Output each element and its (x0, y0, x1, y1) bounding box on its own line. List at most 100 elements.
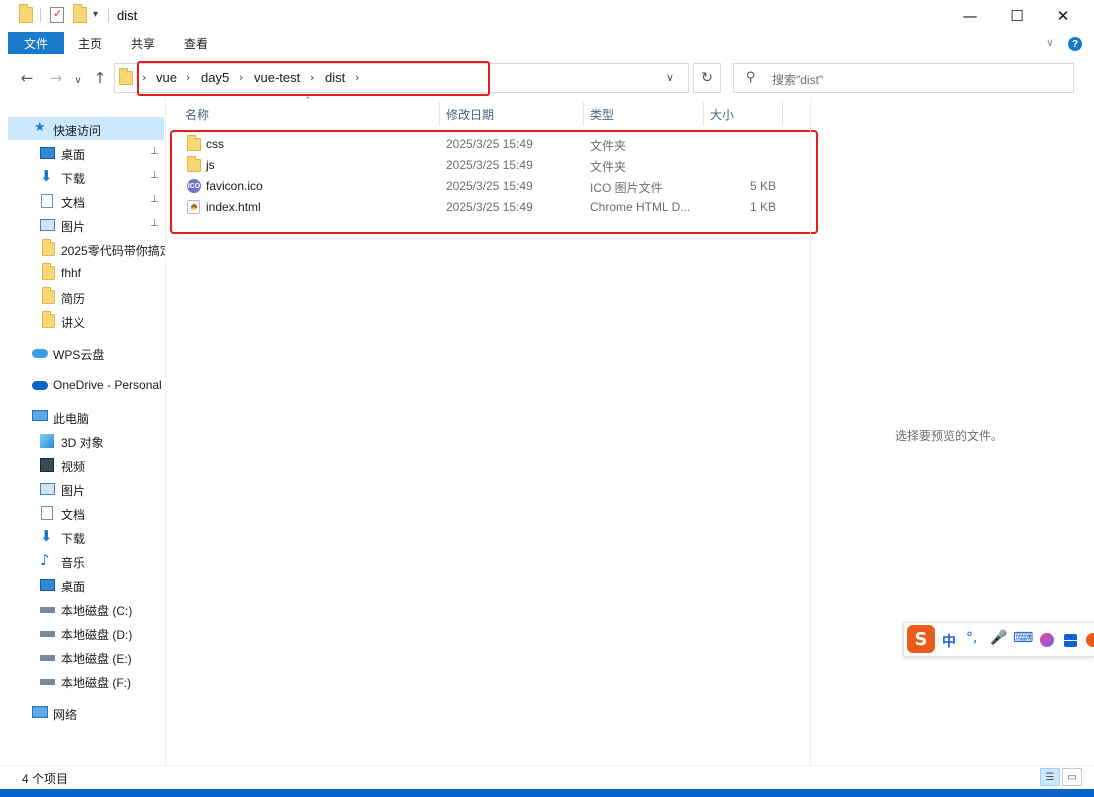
tab-share[interactable]: 共享 (131, 32, 155, 54)
tab-home[interactable]: 主页 (78, 32, 102, 54)
refresh-button[interactable]: ↻ (693, 63, 721, 93)
pin-icon[interactable]: ⊥ (150, 170, 159, 181)
tab-view[interactable]: 查看 (184, 32, 208, 54)
nav-item-videos[interactable]: 视频 (0, 453, 165, 477)
sogou-logo-icon[interactable]: S (907, 625, 935, 653)
column-divider[interactable] (583, 102, 584, 126)
system-drive-icon (40, 607, 55, 613)
nav-item-music[interactable]: ♪ 音乐 (0, 549, 165, 573)
nav-network[interactable]: 网络 (0, 701, 165, 725)
search-placeholder: 搜索"dist" (772, 73, 824, 87)
preview-pane-divider[interactable] (810, 97, 811, 765)
nav-item-downloads[interactable]: ⬇ 下载 (0, 525, 165, 549)
properties-icon[interactable] (50, 7, 64, 23)
punctuation-toggle[interactable]: °, (966, 630, 977, 646)
nav-item-folder[interactable]: fhhf (0, 261, 165, 285)
nav-item-drive-e[interactable]: 本地磁盘 (E:) (0, 645, 165, 669)
mic-icon[interactable]: 🎤 (990, 630, 1007, 646)
nav-item-downloads[interactable]: ⬇ 下载 ⊥ (0, 165, 165, 189)
nav-item-desktop[interactable]: 桌面 ⊥ (0, 141, 165, 165)
pin-icon[interactable]: ⊥ (150, 146, 159, 157)
up-button[interactable]: ↑ (90, 68, 110, 88)
divider (108, 8, 109, 22)
nav-label: 此电脑 (53, 412, 90, 426)
folder-icon (42, 239, 55, 256)
search-icon: ⚲ (746, 70, 756, 85)
folder-icon (42, 287, 55, 304)
nav-label: WPS云盘 (53, 348, 105, 362)
recent-locations-icon[interactable]: ∨ (68, 70, 88, 90)
music-icon: ♪ (40, 551, 50, 569)
nav-item-documents[interactable]: 文档 (0, 501, 165, 525)
nav-item-folder[interactable]: 简历 (0, 285, 165, 309)
column-header-name[interactable]: 名称 (185, 102, 435, 126)
drive-icon (40, 655, 55, 661)
nav-item-pictures[interactable]: 图片 ⊥ (0, 213, 165, 237)
highlight-box (137, 61, 490, 96)
drive-icon (40, 631, 55, 637)
nav-label: OneDrive - Personal (53, 378, 162, 392)
column-divider[interactable] (703, 102, 704, 126)
pane-divider[interactable] (165, 97, 166, 765)
nav-label: fhhf (61, 266, 82, 280)
nav-this-pc[interactable]: 此电脑 (0, 405, 165, 429)
expand-ribbon-icon[interactable]: ∨ (1046, 36, 1054, 49)
nav-item-drive-c[interactable]: 本地磁盘 (C:) (0, 597, 165, 621)
nav-item-3d-objects[interactable]: 3D 对象 (0, 429, 165, 453)
tab-file[interactable]: 文件 (8, 32, 64, 54)
cloud-icon (32, 349, 48, 358)
close-button[interactable]: ✕ (1040, 0, 1086, 31)
nav-wps-cloud[interactable]: WPS云盘 (0, 341, 165, 365)
forward-button[interactable]: → (46, 68, 66, 88)
column-divider[interactable] (439, 102, 440, 126)
maximize-button[interactable]: ☐ (994, 0, 1040, 31)
new-folder-icon[interactable] (73, 4, 87, 23)
nav-item-drive-f[interactable]: 本地磁盘 (F:) (0, 669, 165, 693)
back-button[interactable]: ← (17, 68, 37, 88)
large-icons-view-icon[interactable]: ▭ (1062, 768, 1082, 786)
nav-item-desktop[interactable]: 桌面 (0, 573, 165, 597)
item-count: 4 个项目 (22, 772, 69, 786)
videos-icon (40, 458, 54, 472)
preview-message: 选择要预览的文件。 (895, 429, 1004, 443)
folder-icon (42, 311, 55, 328)
nav-label: 网络 (53, 708, 78, 722)
column-divider[interactable] (782, 102, 783, 126)
nav-label: 本地磁盘 (E:) (61, 652, 132, 666)
ime-mode-toggle[interactable]: 中 (942, 631, 956, 651)
help-icon[interactable]: ? (1068, 37, 1082, 51)
more-icon[interactable] (1086, 633, 1094, 647)
column-header-modified[interactable]: 修改日期 (446, 102, 576, 126)
pin-icon[interactable]: ⊥ (150, 218, 159, 229)
nav-item-documents[interactable]: 文档 ⊥ (0, 189, 165, 213)
nav-item-drive-d[interactable]: 本地磁盘 (D:) (0, 621, 165, 645)
nav-item-folder[interactable]: 2025零代码带你搞定 (0, 237, 165, 261)
nav-item-pictures[interactable]: 图片 (0, 477, 165, 501)
skin-icon[interactable] (1040, 633, 1054, 647)
minimize-button[interactable]: — (947, 0, 993, 31)
pin-icon[interactable]: ⊥ (150, 194, 159, 205)
nav-label: 本地磁盘 (D:) (61, 628, 133, 642)
ribbon-tabs (0, 31, 1094, 55)
details-view-icon[interactable]: ☰ (1040, 768, 1060, 786)
nav-item-folder[interactable]: 讲义 (0, 309, 165, 333)
column-header-size[interactable]: 大小 (710, 102, 780, 126)
documents-icon (41, 506, 53, 520)
desktop-icon (40, 147, 55, 159)
customize-quick-access-icon[interactable]: ▾ (93, 9, 98, 20)
pictures-icon (40, 483, 55, 495)
nav-label: 本地磁盘 (F:) (61, 676, 131, 690)
keyboard-icon[interactable]: ⌨ (1013, 630, 1033, 646)
drive-icon (40, 679, 55, 685)
download-icon: ⬇ (40, 527, 53, 545)
folder-icon (19, 4, 33, 23)
nav-quick-access[interactable]: ★ 快速访问 (0, 117, 165, 141)
onedrive-icon (32, 381, 48, 390)
nav-label: 简历 (61, 292, 86, 306)
column-header-type[interactable]: 类型 (590, 102, 700, 126)
address-dropdown-icon[interactable]: ∨ (666, 71, 674, 84)
toolbox-icon[interactable] (1064, 634, 1077, 647)
download-icon: ⬇ (40, 167, 53, 185)
taskbar-edge (0, 789, 1094, 797)
nav-onedrive[interactable]: OneDrive - Personal (0, 373, 165, 397)
